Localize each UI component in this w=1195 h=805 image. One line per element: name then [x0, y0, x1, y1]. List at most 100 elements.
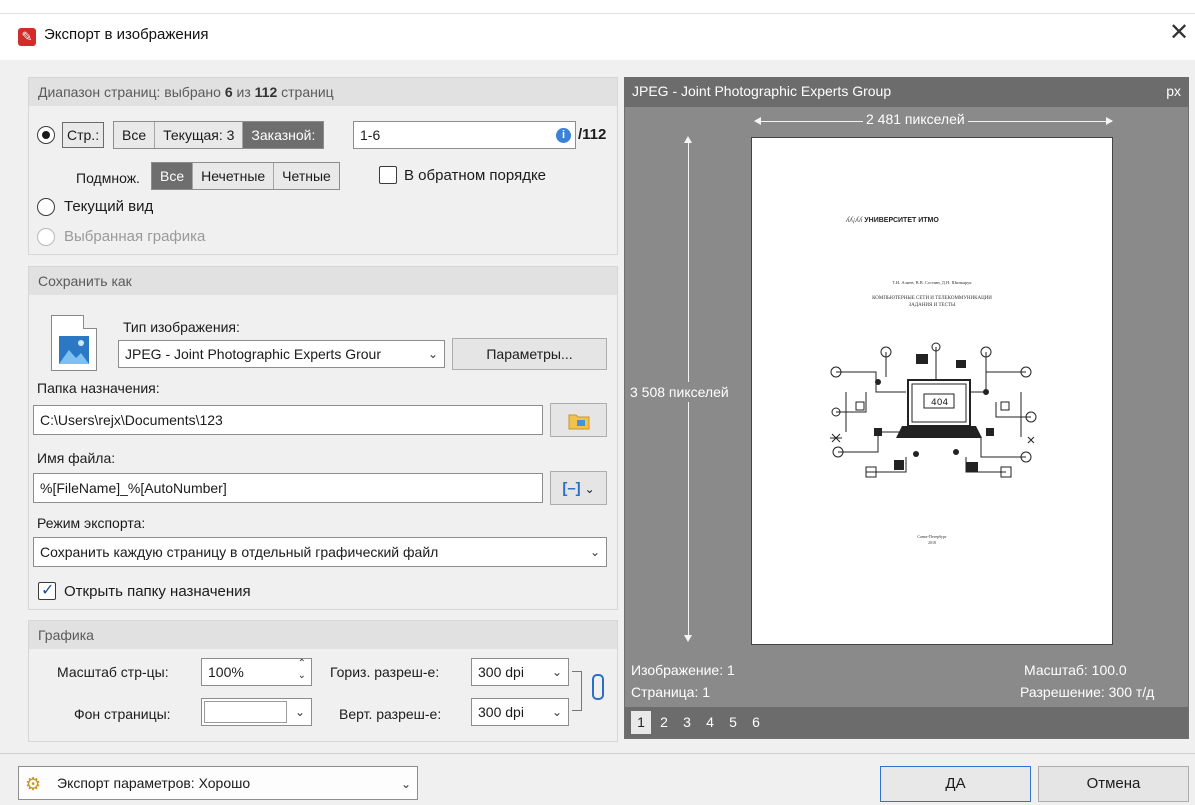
- mode-current-button[interactable]: Текущая: 3: [155, 122, 244, 148]
- image-type-label: Тип изображения:: [123, 319, 240, 335]
- chevron-down-icon: ⌄: [551, 665, 562, 679]
- page-info: Страница: 1: [631, 684, 711, 700]
- subset-label: Подмнож.: [76, 170, 140, 186]
- logo-mark-icon: ʎʎ¡ʎʎ: [846, 217, 863, 224]
- filename-macro-button[interactable]: [–] ⌄: [550, 471, 607, 505]
- page-scale-input[interactable]: 100% ⌃ ⌄: [201, 658, 312, 686]
- filename-label: Имя файла:: [37, 450, 116, 466]
- chevron-down-icon: ⌄: [400, 777, 411, 791]
- doc-year: 2018: [928, 540, 936, 545]
- app-icon: ✎: [18, 28, 36, 46]
- mode-all-button[interactable]: Все: [114, 122, 156, 148]
- height-pixels-label: 3 508 пикселей: [628, 382, 731, 402]
- gears-icon: ⚙: [25, 774, 42, 795]
- preview-format-title: JPEG - Joint Photographic Experts Group: [632, 83, 892, 99]
- mode-custom-button[interactable]: Заказной:: [243, 122, 324, 148]
- folder-icon: [568, 414, 589, 430]
- image-type-value: JPEG - Joint Photographic Experts Grour: [125, 346, 381, 362]
- link-bracket: [572, 671, 582, 711]
- page-tab[interactable]: 3: [677, 711, 697, 734]
- spin-arrows-icon[interactable]: ⌃ ⌄: [298, 659, 306, 682]
- horizontal-resolution-select[interactable]: 300 dpi ⌄: [471, 658, 569, 686]
- macro-brackets-icon: [–]: [562, 480, 581, 497]
- info-icon[interactable]: i: [556, 128, 571, 143]
- resolution-info: Разрешение: 300 т/д: [1020, 684, 1155, 700]
- reverse-order-label: В обратном порядке: [404, 167, 547, 184]
- parameters-button[interactable]: Параметры...: [452, 338, 607, 370]
- width-arrow-left-icon: [754, 117, 761, 125]
- error-code-label: 404: [931, 398, 948, 408]
- export-mode-label: Режим экспорта:: [37, 515, 146, 531]
- height-arrow-up-icon: [684, 136, 692, 143]
- doc-city: Санкт-Петербург: [917, 534, 947, 539]
- browse-folder-button[interactable]: [550, 403, 607, 437]
- destination-folder-label: Папка назначения:: [37, 380, 160, 396]
- chevron-down-icon: ⌄: [427, 347, 438, 361]
- background-strip: [0, 0, 1195, 14]
- horizontal-resolution-value: 300 dpi: [478, 664, 524, 680]
- current-view-radio[interactable]: [37, 198, 55, 216]
- doc-title-line1: КОМПЬЮТЕРНЫЕ СЕТИ И ТЕЛЕКОММУНИКАЦИИ: [872, 296, 992, 301]
- subset-all-button[interactable]: Все: [152, 163, 194, 189]
- doc-authors: Т.И. Алиев, В.В. Соснин, Д.Н. Шинкарук: [892, 280, 972, 285]
- page-mode-segment: Все Текущая: 3 Заказной:: [113, 121, 325, 149]
- pages-radio[interactable]: [37, 126, 55, 144]
- open-folder-label: Открыть папку назначения: [64, 583, 251, 600]
- preview-pages-bar: 1 2 3 4 5 6: [625, 707, 1188, 738]
- destination-folder-input[interactable]: C:\Users\rejx\Documents\123: [33, 405, 543, 435]
- network-illustration: 404: [830, 342, 1037, 478]
- preview-header: JPEG - Joint Photographic Experts Group …: [624, 77, 1189, 107]
- page-background-select[interactable]: ⌄: [201, 698, 312, 726]
- width-pixels-label: 2 481 пикселей: [863, 111, 968, 127]
- open-folder-checkbox[interactable]: [38, 580, 56, 600]
- range-header-prefix: Диапазон страниц: выбрано: [38, 84, 221, 100]
- image-type-select[interactable]: JPEG - Joint Photographic Experts Grour …: [118, 340, 445, 368]
- page-scale-value: 100%: [208, 664, 244, 680]
- custom-range-input[interactable]: 1-6 i: [353, 121, 576, 149]
- selected-graphics-radio[interactable]: [37, 228, 55, 246]
- subset-odd-button[interactable]: Нечетные: [193, 163, 275, 189]
- height-arrow-down-icon: [684, 635, 692, 642]
- page-preview: ʎʎ¡ʎʎ УНИВЕРСИТЕТ ИТМО Т.И. Алиев, В.В. …: [751, 137, 1113, 645]
- range-selected-count: 6: [224, 84, 233, 100]
- scale-info: Масштаб: 100.0: [1024, 662, 1127, 678]
- preview-unit[interactable]: px: [1166, 83, 1181, 99]
- university-name: УНИВЕРСИТЕТ ИТМО: [864, 217, 939, 224]
- ok-button[interactable]: ДА: [880, 766, 1031, 802]
- pages-radio-label: Стр.:: [67, 127, 100, 143]
- chevron-down-icon: ⌄: [294, 705, 305, 719]
- current-view-label: Текущий вид: [64, 198, 154, 215]
- page-tab[interactable]: 1: [631, 711, 651, 734]
- save-as-header: Сохранить как: [29, 267, 617, 295]
- range-header-of: из: [236, 84, 251, 100]
- close-icon[interactable]: ✕: [1166, 20, 1192, 46]
- reverse-order-checkbox[interactable]: [379, 166, 397, 184]
- graphics-header: Графика: [29, 621, 617, 649]
- page-tab[interactable]: 5: [723, 711, 743, 734]
- pages-radio-label-box[interactable]: Стр.:: [62, 122, 105, 148]
- export-mode-select[interactable]: Сохранить каждую страницу в отдельный гр…: [33, 537, 607, 567]
- vertical-resolution-select[interactable]: 300 dpi ⌄: [471, 698, 569, 726]
- page-total: /112: [578, 126, 607, 143]
- chevron-down-icon: ⌄: [584, 482, 595, 496]
- filename-input[interactable]: %[FileName]_%[AutoNumber]: [33, 473, 543, 503]
- chevron-down-icon: ⌄: [589, 545, 600, 559]
- chevron-down-icon: ⌄: [551, 705, 562, 719]
- export-preset-select[interactable]: ⚙ Экспорт параметров: Хорошо ⌄: [18, 766, 418, 800]
- vertical-resolution-value: 300 dpi: [478, 704, 524, 720]
- cancel-button[interactable]: Отмена: [1038, 766, 1189, 802]
- range-header-suffix: страниц: [281, 84, 334, 100]
- selected-graphics-label: Выбранная графика: [64, 228, 206, 245]
- page-range-header: Диапазон страниц: выбрано 6 из 112 стран…: [29, 78, 617, 106]
- subset-even-button[interactable]: Четные: [274, 163, 339, 189]
- subset-segment: Все Нечетные Четные: [151, 162, 340, 190]
- custom-range-value: 1-6: [360, 127, 381, 143]
- export-preset-value: Экспорт параметров: Хорошо: [57, 775, 251, 791]
- page-tab[interactable]: 6: [746, 711, 766, 734]
- export-mode-value: Сохранить каждую страницу в отдельный гр…: [40, 544, 439, 560]
- image-file-icon: [51, 315, 97, 371]
- page-tab[interactable]: 2: [654, 711, 674, 734]
- page-tab[interactable]: 4: [700, 711, 720, 734]
- link-resolution-icon[interactable]: [592, 674, 604, 700]
- image-info: Изображение: 1: [631, 662, 735, 678]
